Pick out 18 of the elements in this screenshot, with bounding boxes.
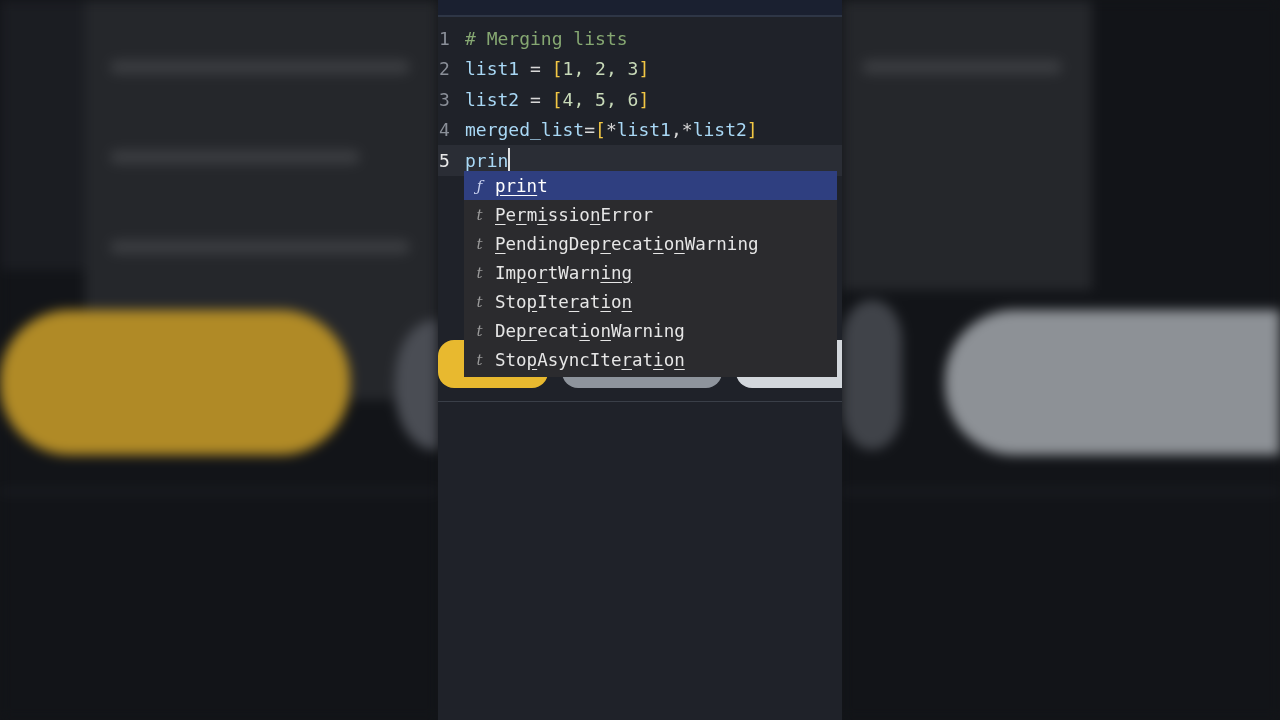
code-line: # Merging lists — [465, 27, 628, 49]
code-line: list2 = [4, 5, 6] — [465, 88, 650, 110]
suggestion-item[interactable]: t StopAsyncIteration — [464, 345, 837, 374]
code-line: list1 = [1, 2, 3] — [465, 58, 650, 80]
suggestion-item[interactable]: t Impo rtWarning — [464, 258, 837, 287]
line-number: 4 — [438, 119, 451, 141]
suggestion-item[interactable]: ƒ print — [464, 171, 837, 200]
line-number: 2 — [438, 58, 451, 80]
suggestion-item[interactable]: t DeprecationWarning — [464, 316, 837, 345]
text-cursor — [508, 148, 511, 173]
line-number: 1 — [438, 27, 451, 49]
suggestion-item[interactable]: t PendingDeprecationWarning — [464, 229, 837, 258]
line-number: 3 — [438, 88, 451, 110]
code-line: merged_list=[*list1,*list2] — [465, 119, 758, 141]
suggestion-item[interactable]: t Pe rmissionError — [464, 200, 837, 229]
suggestion-item[interactable]: t StopIteration — [464, 287, 837, 316]
code-line: prin — [465, 149, 509, 171]
line-number: 5 — [438, 149, 451, 171]
